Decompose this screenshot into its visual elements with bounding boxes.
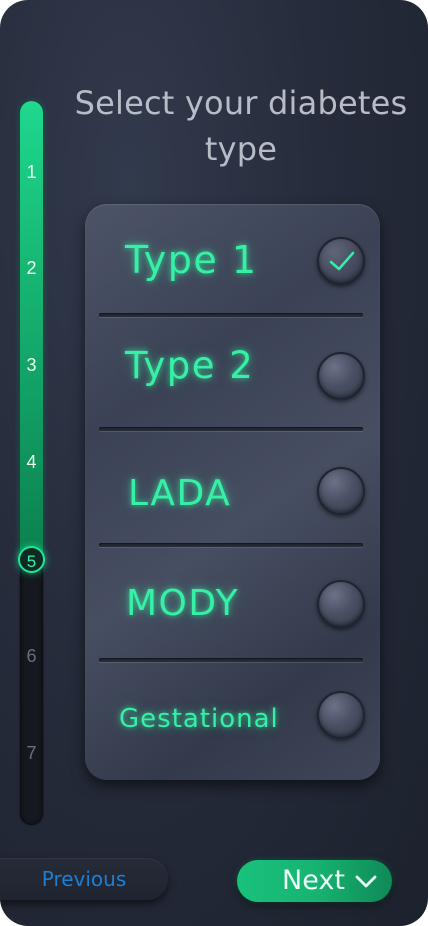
option-type-2[interactable]: Type 2 <box>85 319 380 433</box>
option-radio-selected[interactable] <box>317 237 365 285</box>
progress-step-6: 6 <box>26 646 37 666</box>
chevron-down-icon <box>355 875 377 888</box>
option-divider <box>99 658 363 662</box>
progress-step-3: 3 <box>26 355 37 375</box>
option-gestational[interactable]: Gestational <box>85 664 380 778</box>
option-label: Gestational <box>119 704 279 734</box>
option-label: MODY <box>126 583 240 624</box>
progress-rail: 1 2 3 4 5 6 7 <box>18 101 45 825</box>
option-radio[interactable] <box>317 691 365 739</box>
options-card: Type 1 Type 2 LADA MODY Gestational <box>85 204 380 780</box>
page-title: Select your diabetes type <box>74 84 408 168</box>
progress-step-2: 2 <box>26 258 37 278</box>
progress-step-4: 4 <box>26 452 37 472</box>
option-label: LADA <box>128 473 232 514</box>
next-button-label: Next <box>282 865 345 896</box>
next-button[interactable]: Next <box>237 860 392 902</box>
option-divider <box>99 427 363 431</box>
checkmark-icon <box>329 251 355 271</box>
option-radio[interactable] <box>317 580 365 628</box>
progress-step-7: 7 <box>26 743 37 763</box>
previous-button[interactable]: Previous <box>0 858 168 900</box>
option-label: Type 2 <box>125 344 255 387</box>
option-divider <box>99 313 363 317</box>
option-mody[interactable]: MODY <box>85 549 380 663</box>
option-label: Type 1 <box>125 238 258 282</box>
option-type-1[interactable]: Type 1 <box>85 204 380 318</box>
diabetes-type-screen: Select your diabetes type 1 2 3 4 5 6 7 … <box>0 0 428 926</box>
progress-step-5-current: 5 <box>18 546 45 573</box>
option-radio[interactable] <box>317 352 365 400</box>
option-lada[interactable]: LADA <box>85 433 380 547</box>
option-radio[interactable] <box>317 467 365 515</box>
option-divider <box>99 543 363 547</box>
progress-step-1: 1 <box>26 162 37 182</box>
